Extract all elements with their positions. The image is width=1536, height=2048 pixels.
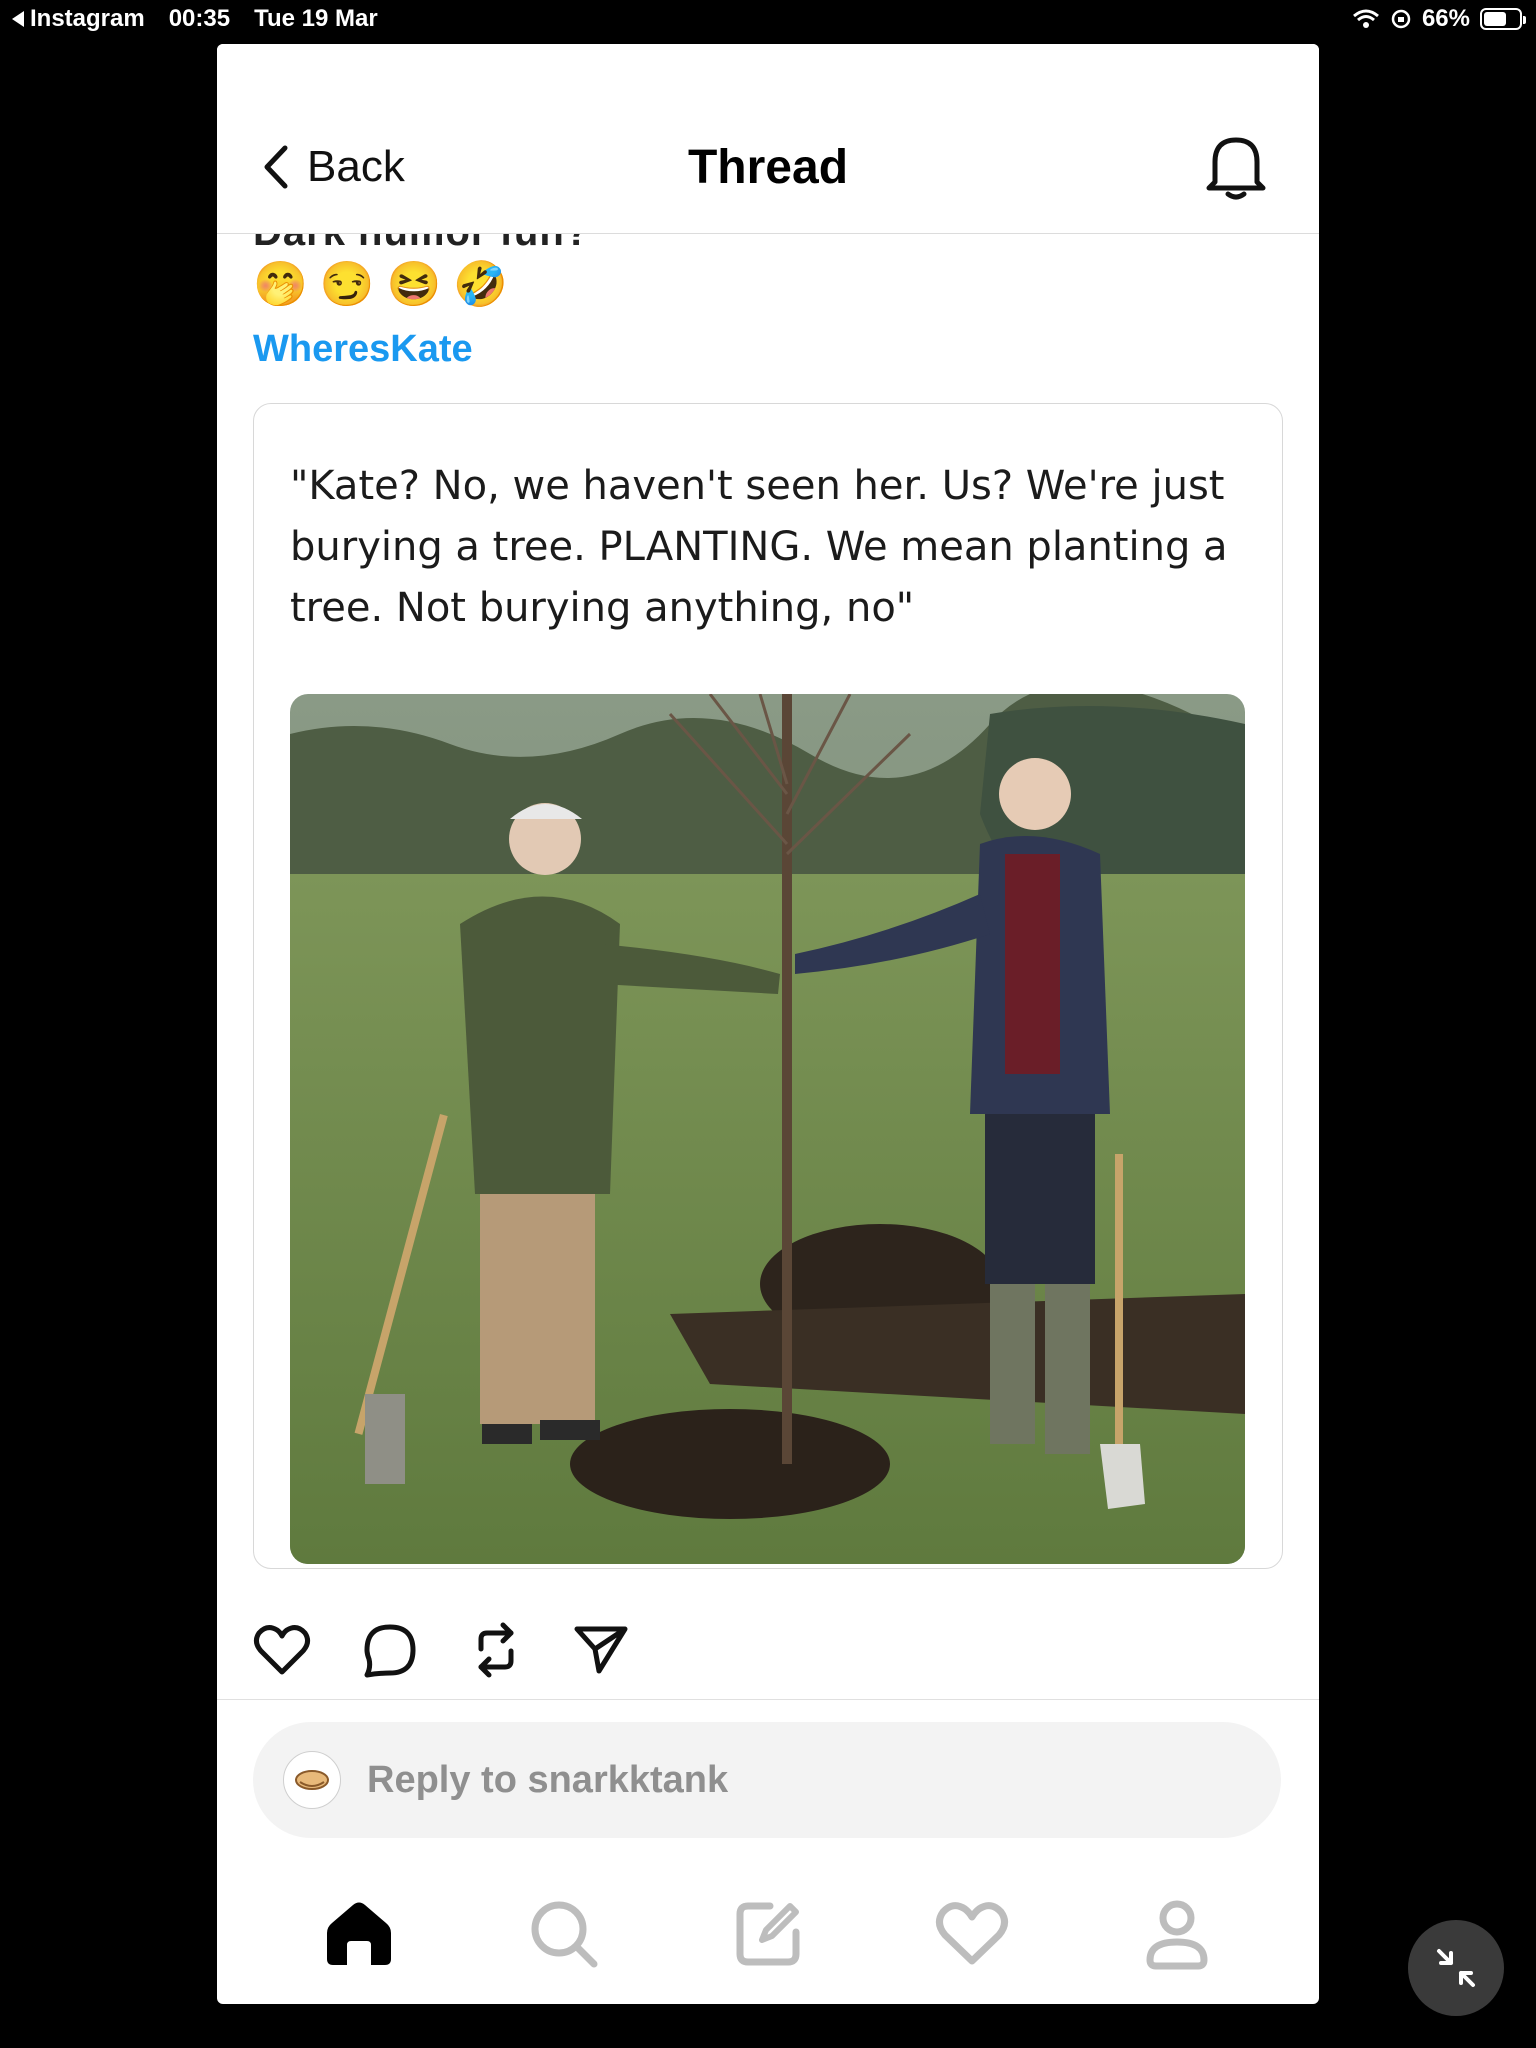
tab-profile[interactable]: [1132, 1889, 1222, 1979]
emoji: 😏: [319, 260, 375, 309]
search-icon: [531, 1901, 598, 1968]
emoji-row: 🤭 😏 😆 🤣: [253, 258, 508, 310]
orientation-lock-icon: [1391, 9, 1411, 29]
battery-percent: 66%: [1421, 5, 1470, 32]
minimize-button[interactable]: [1408, 1920, 1504, 2016]
bell-icon[interactable]: [1203, 130, 1269, 202]
minimize-icon: [1437, 1949, 1475, 1987]
status-bar: Instagram 00:35 Tue 19 Mar 66%: [0, 0, 1536, 40]
return-to-app[interactable]: Instagram: [12, 5, 145, 33]
emoji: 🤣: [453, 260, 509, 309]
battery-fill: [1484, 12, 1506, 26]
emoji: 🤭: [253, 260, 308, 309]
tree-planting-photo: [290, 694, 1245, 1564]
threads-app-window: Back Thread Dark humor fun? 🤭 😏 😆 🤣 Wher…: [217, 44, 1319, 2004]
hashtag-link[interactable]: WheresKate: [253, 328, 473, 371]
post-actions: [253, 1619, 629, 1681]
profile-icon: [1146, 1900, 1208, 1970]
comment-icon[interactable]: [361, 1621, 419, 1679]
divider: [217, 1699, 1319, 1700]
status-time: 00:35: [168, 5, 231, 32]
send-icon[interactable]: [573, 1623, 629, 1677]
thread-header: Back Thread: [217, 44, 1319, 234]
status-date: Tue 19 Mar: [254, 5, 378, 32]
avatar: [283, 1751, 341, 1809]
home-icon: [327, 1902, 392, 1965]
wifi-icon: [1352, 9, 1379, 28]
quote-text: "Kate? No, we haven't seen her. Us? We'r…: [290, 463, 1228, 631]
heart-icon[interactable]: [253, 1622, 311, 1678]
back-triangle-icon: [12, 11, 24, 27]
emoji: 😆: [386, 260, 442, 309]
quoted-image-card[interactable]: "Kate? No, we haven't seen her. Us? We'r…: [253, 403, 1283, 1569]
reply-input[interactable]: Reply to snarkktank: [253, 1722, 1281, 1838]
battery-icon: [1480, 8, 1526, 30]
reply-placeholder: Reply to snarkktank: [367, 1758, 729, 1801]
repost-icon[interactable]: [469, 1619, 523, 1681]
tab-activity[interactable]: [927, 1889, 1017, 1979]
page-title: Thread: [687, 141, 849, 194]
bottom-tab-bar: [217, 1864, 1319, 2004]
tab-home[interactable]: [314, 1889, 404, 1979]
compose-icon: [736, 1902, 800, 1966]
tab-compose[interactable]: [723, 1889, 813, 1979]
back-app-label: Instagram: [30, 5, 145, 32]
avatar-image-icon: [295, 1770, 329, 1790]
post-photo[interactable]: [290, 694, 1245, 1564]
tab-search[interactable]: [519, 1889, 609, 1979]
heart-icon: [936, 1902, 1009, 1965]
